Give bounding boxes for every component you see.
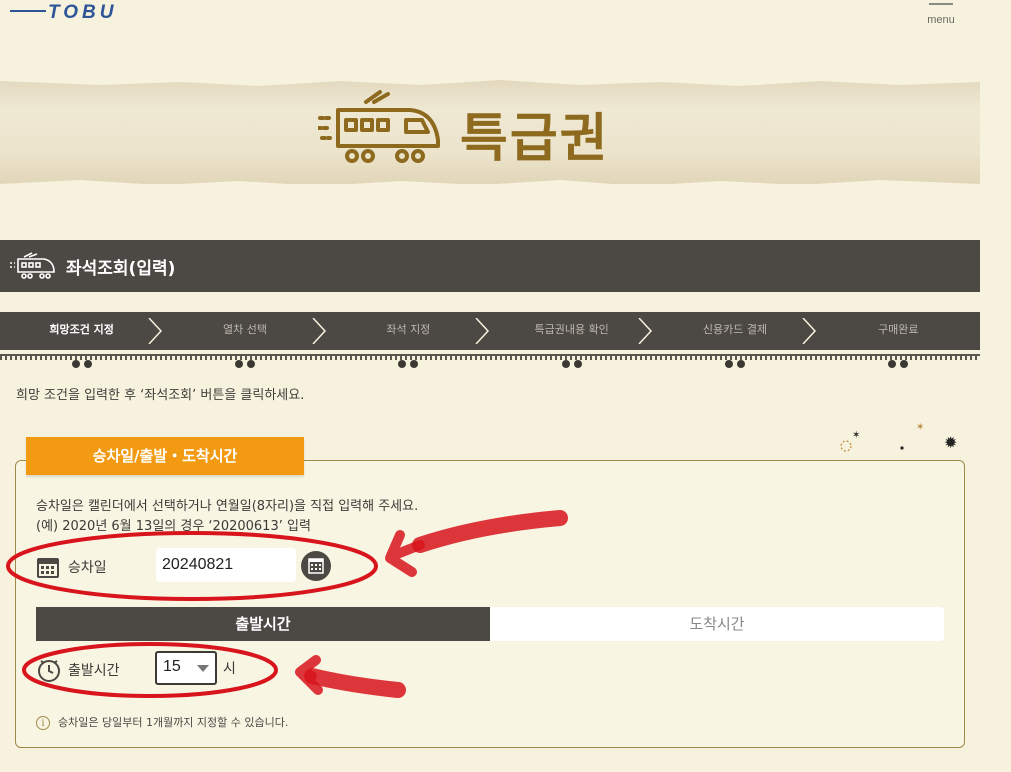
- step-3: 좌석 지정: [327, 312, 490, 368]
- rail-track: [0, 354, 980, 360]
- form-description: 승차일은 캘린더에서 선택하거나 연월일(8자리)을 직접 입력해 주세요. (…: [36, 497, 418, 537]
- description-line-1: 승차일은 캘린더에서 선택하거나 연월일(8자리)을 직접 입력해 주세요.: [36, 499, 419, 514]
- page-title: 특급권: [460, 109, 610, 169]
- date-label: 승차일: [68, 560, 107, 576]
- step-5: 신용카드 결제: [653, 312, 816, 368]
- menu-button[interactable]: menu: [918, 0, 964, 34]
- description-line-2: (예) 2020년 6월 13일의 경우 ‘20200613’ 입력: [36, 519, 311, 534]
- svg-text:✹: ✹: [944, 433, 957, 452]
- hour-unit: 시: [223, 661, 236, 677]
- hamburger-icon: [929, 3, 953, 5]
- step-label: 특급권내용 확인: [534, 323, 609, 336]
- menu-label: menu: [927, 14, 955, 26]
- svg-text:✶: ✶: [852, 430, 860, 441]
- step-label: 신용카드 결제: [702, 323, 768, 336]
- tab-arrival-time[interactable]: 도착시간: [490, 607, 944, 641]
- calendar-icon: [308, 558, 324, 574]
- step-label: 구매완료: [878, 323, 919, 336]
- logo-text: TOBU: [48, 2, 118, 23]
- info-note: i 승차일은 당일부터 1개월까지 지정할 수 있습니다.: [36, 714, 288, 730]
- tobu-logo[interactable]: TOBU: [10, 0, 120, 40]
- logo-line: [10, 10, 46, 12]
- chevron-down-icon: [197, 665, 209, 672]
- hour-value: 15: [163, 658, 181, 675]
- calendar-button[interactable]: [301, 551, 331, 581]
- time-type-tabs: 출발시간 도착시간: [36, 607, 944, 641]
- note-text: 승차일은 당일부터 1개월까지 지정할 수 있습니다.: [58, 716, 289, 729]
- clock-icon: [38, 660, 60, 682]
- progress-steps: 희망조건 지정 열차 선택 좌석 지정 특급권내용 확인 신용카드 결제 구매완…: [0, 312, 980, 368]
- time-label: 출발시간: [68, 663, 120, 679]
- step-label: 희망조건 지정: [49, 323, 114, 336]
- panel-tab-label: 승차일/출발・도착시간: [26, 437, 304, 475]
- step-2: 열차 선택: [163, 312, 326, 368]
- torn-edge-bottom: [0, 180, 980, 190]
- step-6: 구매완료: [817, 312, 980, 368]
- step-label: 좌석 지정: [386, 323, 431, 336]
- train-icon: [318, 90, 440, 163]
- step-label: 열차 선택: [223, 323, 267, 336]
- tab-departure-time[interactable]: 출발시간: [36, 607, 490, 641]
- info-icon: i: [36, 716, 50, 730]
- step-1: 희망조건 지정: [0, 312, 163, 368]
- torn-edge-top: [0, 76, 980, 86]
- sparkle-decoration: ✶ ✶ ✹: [840, 422, 957, 452]
- intro-text: 희망 조건을 입력한 후 ‘좌석조회’ 버튼을 클릭하세요.: [16, 388, 305, 403]
- step-4: 특급권내용 확인: [490, 312, 653, 368]
- section-title: 좌석조회(입력): [66, 259, 176, 279]
- boarding-date-input[interactable]: [156, 548, 296, 582]
- svg-text:✶: ✶: [916, 422, 924, 433]
- train-small-icon: [10, 252, 55, 279]
- section-header: 좌석조회(입력): [0, 240, 980, 292]
- calendar-icon: [37, 558, 59, 578]
- page-banner: 특급권: [0, 76, 980, 190]
- hour-select[interactable]: 15: [155, 651, 217, 685]
